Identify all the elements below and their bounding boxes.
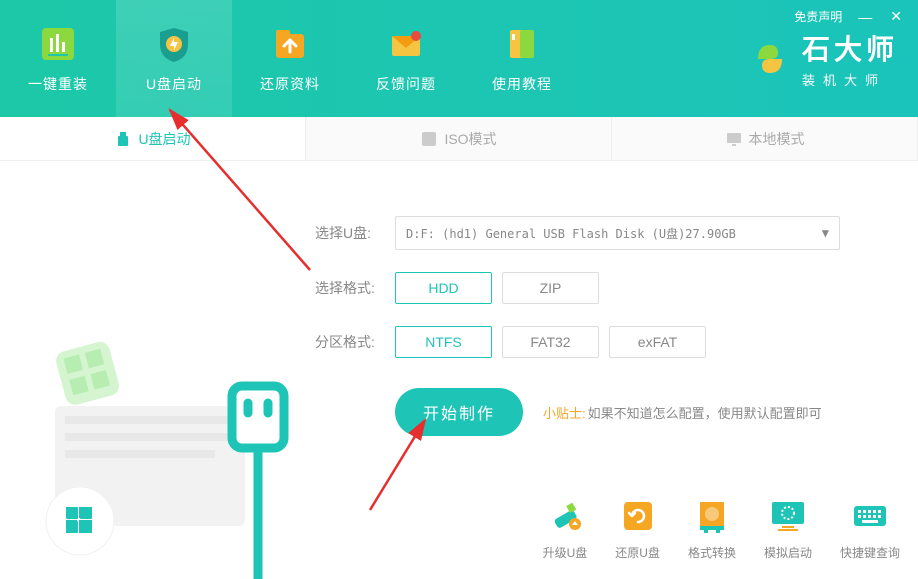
titlebar: 免责声明 — ✕ [794,6,904,27]
brand-name: 石大师 [802,28,898,68]
minimize-button[interactable]: — [856,7,874,27]
iso-icon [420,130,438,148]
monitor-boot-icon [768,496,808,536]
tool-label: 模拟启动 [764,544,812,561]
start-button[interactable]: 开始制作 [395,388,523,436]
nav-label: 还原资料 [260,74,320,94]
partition-fat32-button[interactable]: FAT32 [502,326,599,358]
tab-label: 本地模式 [749,129,805,149]
restore-icon [618,496,658,536]
nav-feedback[interactable]: 反馈问题 [348,0,464,117]
tool-simulate-boot[interactable]: 模拟启动 [764,496,812,561]
mail-icon [386,24,426,64]
shield-icon [154,24,194,64]
nav-usb-boot[interactable]: U盘启动 [116,0,232,117]
tab-local[interactable]: 本地模式 [612,117,918,160]
close-button[interactable]: ✕ [888,6,904,27]
partition-ntfs-button[interactable]: NTFS [395,326,492,358]
brand-subtitle: 装机大师 [802,70,898,89]
tab-usb-boot[interactable]: U盘启动 [0,117,306,160]
tool-format-convert[interactable]: 格式转换 [688,496,736,561]
partition-label: 分区格式: [315,332,385,352]
nav-label: 反馈问题 [376,74,436,94]
format-zip-button[interactable]: ZIP [502,272,599,304]
format-label: 选择格式: [315,278,385,298]
chevron-down-icon: ▼ [822,226,829,240]
usb-select-label: 选择U盘: [315,223,385,243]
header: 一键重装 U盘启动 还原资料 反馈问题 使用教程 石大师 装机大师 免责声明 — [0,0,918,117]
sub-tabs: U盘启动 ISO模式 本地模式 [0,117,918,161]
keyboard-icon [850,496,890,536]
tab-iso[interactable]: ISO模式 [306,117,612,160]
tip: 小贴士:如果不知道怎么配置，使用默认配置即可 [543,403,822,422]
usb-icon [114,130,132,148]
illustration [0,161,315,579]
nav-tutorial[interactable]: 使用教程 [464,0,580,117]
tool-label: 快捷键查询 [840,544,900,561]
nav-label: U盘启动 [146,74,202,94]
tool-hotkey-query[interactable]: 快捷键查询 [840,496,900,561]
nav-label: 使用教程 [492,74,552,94]
book-icon [502,24,542,64]
tool-label: 格式转换 [688,544,736,561]
disclaimer-link[interactable]: 免责声明 [794,8,842,25]
nav-restore[interactable]: 还原资料 [232,0,348,117]
tool-restore-usb[interactable]: 还原U盘 [615,496,660,561]
tool-label: 升级U盘 [543,544,588,561]
brand-logo-icon [748,37,792,81]
usb-select-value: D:F: (hd1) General USB Flash Disk (U盘)27… [406,225,736,242]
nav-reinstall[interactable]: 一键重装 [0,0,116,117]
bottom-tools: 升级U盘 还原U盘 格式转换 模拟启动 快捷键查询 [543,496,900,561]
folder-up-icon [270,24,310,64]
usb-select[interactable]: D:F: (hd1) General USB Flash Disk (U盘)27… [395,216,840,250]
tool-upgrade-usb[interactable]: 升级U盘 [543,496,588,561]
tab-label: U盘启动 [138,129,190,149]
usb-upgrade-icon [545,496,585,536]
monitor-icon [725,130,743,148]
format-hdd-button[interactable]: HDD [395,272,492,304]
partition-exfat-button[interactable]: exFAT [609,326,706,358]
tip-label: 小贴士: [543,406,586,421]
tip-text: 如果不知道怎么配置，使用默认配置即可 [588,406,822,421]
disk-icon [692,496,732,536]
tool-label: 还原U盘 [615,544,660,561]
bars-icon [38,24,78,64]
tab-label: ISO模式 [444,129,496,149]
nav-label: 一键重装 [28,74,88,94]
